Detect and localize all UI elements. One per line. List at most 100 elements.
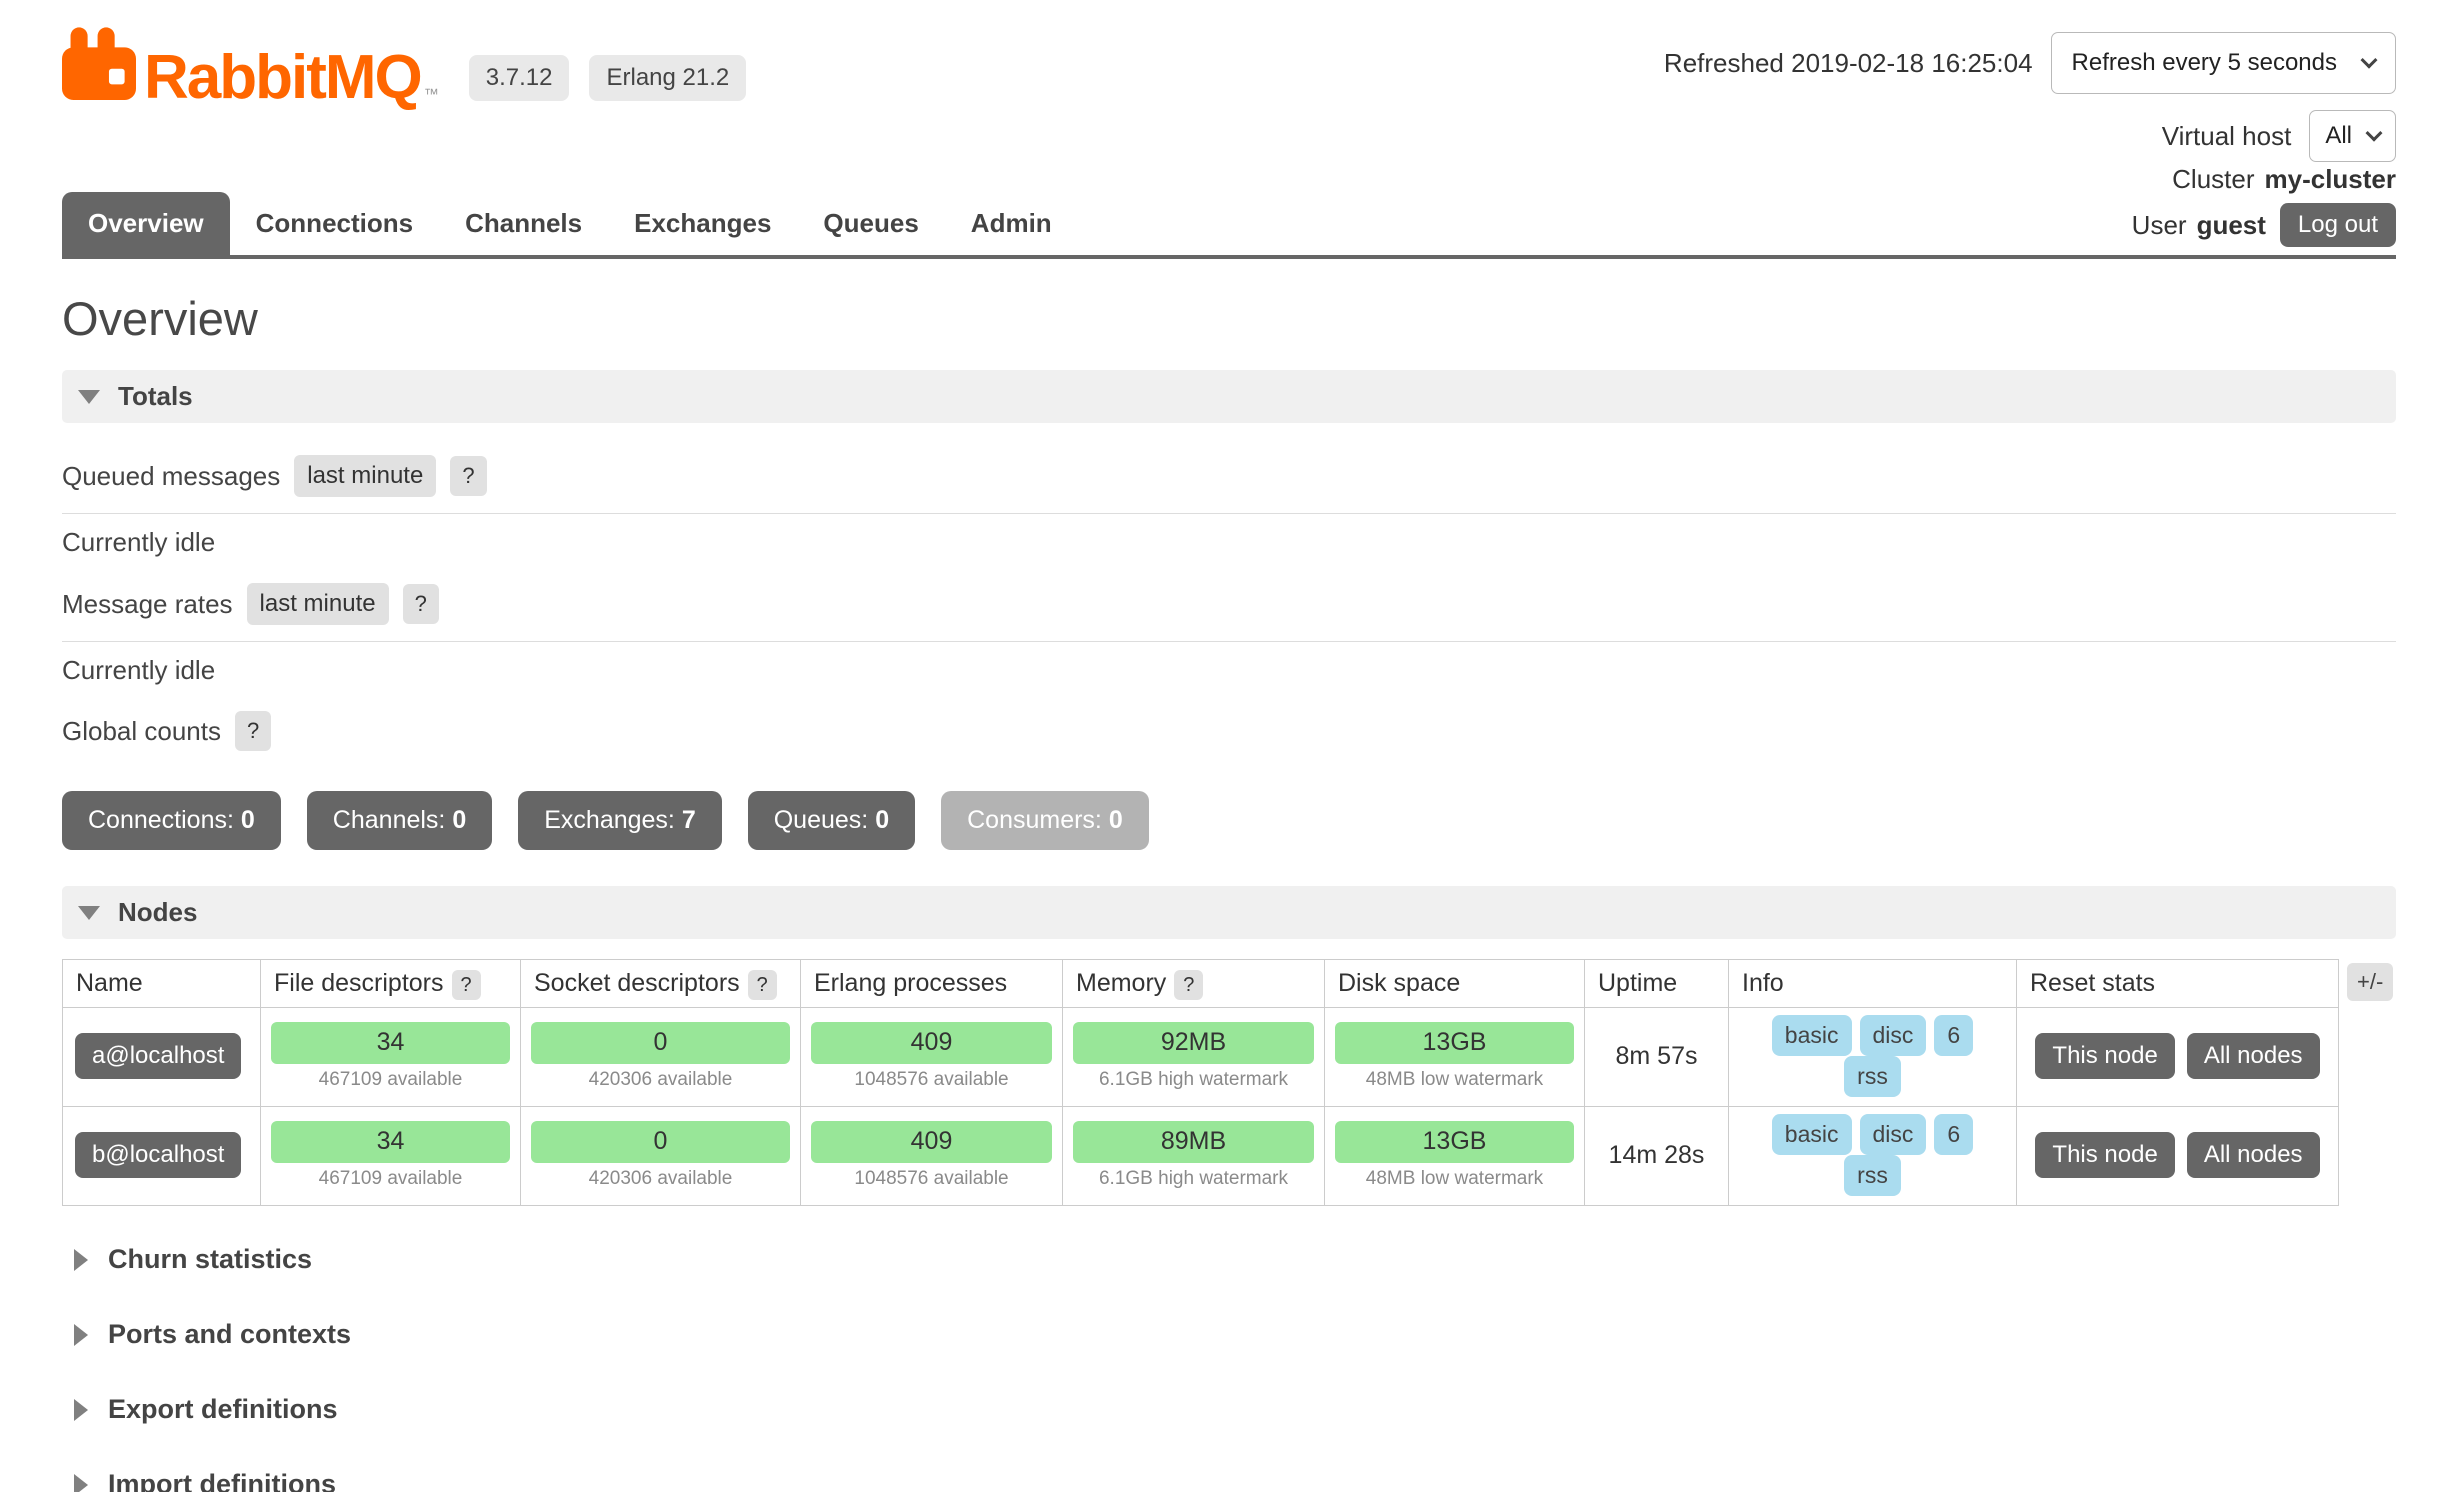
node-name-link[interactable]: a@localhost [75,1033,241,1079]
nodes-section-header[interactable]: Nodes [62,886,2396,939]
reset-all-nodes-button[interactable]: All nodes [2187,1132,2320,1178]
tab-exchanges[interactable]: Exchanges [608,192,797,255]
collapsed-sections: Churn statistics Ports and contexts Expo… [62,1222,2396,1492]
node-row-a: a@localhost 34467109 available 0420306 a… [63,1008,2339,1107]
socket-meter: 0 [531,1022,790,1064]
churn-statistics-section[interactable]: Churn statistics [74,1222,2396,1297]
cluster-label: Cluster [2172,164,2254,195]
nodes-table: Name File descriptors? Socket descriptor… [62,959,2339,1206]
chevron-down-icon [2366,125,2383,142]
main-tabs: Overview Connections Channels Exchanges … [62,192,1078,255]
ports-and-contexts-section[interactable]: Ports and contexts [74,1297,2396,1372]
queues-count-badge: Queues: 0 [748,791,915,850]
cluster-line: Cluster my-cluster [2172,164,2396,195]
help-icon[interactable]: ? [1174,970,1203,1000]
global-counts-badges: Connections: 0 Channels: 0 Exchanges: 7 … [62,791,2396,850]
info-badge-count: 6 [1934,1015,1973,1056]
fd-meter: 34 [271,1022,510,1064]
rates-period-badge: last minute [247,583,389,625]
reset-this-node-button[interactable]: This node [2035,1132,2174,1178]
tab-queues[interactable]: Queues [797,192,944,255]
nodes-table-wrap: Name File descriptors? Socket descriptor… [62,959,2396,1206]
proc-meter: 409 [811,1022,1052,1064]
column-options-toggle[interactable]: +/- [2347,963,2393,1001]
tab-admin[interactable]: Admin [945,192,1078,255]
col-info: Info [1729,960,2017,1008]
expand-icon [74,1249,88,1271]
refreshed-timestamp: Refreshed 2019-02-18 16:25:04 [1664,48,2033,79]
col-uptime: Uptime [1585,960,1729,1008]
message-rates-row: Message rates last minute ? [62,571,2396,642]
info-badges: basicdisc6rss [1729,1107,2017,1206]
refresh-interval-select[interactable]: Refresh every 5 seconds [2051,32,2396,94]
message-rates-label: Message rates [62,589,233,620]
help-icon[interactable]: ? [450,456,486,496]
user-label: User [2132,210,2187,241]
queued-messages-label: Queued messages [62,461,280,492]
connections-count-badge: Connections: 0 [62,791,281,850]
channels-count-badge: Channels: 0 [307,791,492,850]
chevron-down-icon [2361,52,2378,69]
global-counts-row: Global counts ? [62,699,2396,767]
socket-meter: 0 [531,1121,790,1163]
global-counts-label: Global counts [62,716,221,747]
queued-period-badge: last minute [294,455,436,497]
logout-button[interactable]: Log out [2280,203,2396,247]
reset-this-node-button[interactable]: This node [2035,1033,2174,1079]
help-icon[interactable]: ? [403,584,439,624]
uptime-value: 8m 57s [1585,1008,1729,1107]
collapse-icon [78,390,100,404]
col-memory: Memory? [1063,960,1325,1008]
brand-link[interactable]: RabbitMQ ™ 3.7.12 Erlang 21.2 [62,26,746,109]
import-definitions-section[interactable]: Import definitions [74,1447,2396,1492]
trademark-symbol: ™ [424,86,439,103]
tab-channels[interactable]: Channels [439,192,608,255]
user-line: User guest Log out [2132,203,2396,247]
info-badge-count: 6 [1934,1114,1973,1155]
collapse-icon [78,906,100,920]
vhost-select[interactable]: All [2309,110,2396,162]
info-badges: basicdisc6rss [1729,1008,2017,1107]
col-disk-space: Disk space [1325,960,1585,1008]
expand-icon [74,1474,88,1492]
version-badge: 3.7.12 [469,55,570,101]
brand-wordmark: RabbitMQ [144,47,421,109]
col-erlang-processes: Erlang processes [801,960,1063,1008]
exchanges-count-badge: Exchanges: 7 [518,791,722,850]
uptime-value: 14m 28s [1585,1107,1729,1206]
nodes-section-title: Nodes [118,897,197,928]
erlang-version-badge: Erlang 21.2 [589,55,746,101]
tab-overview[interactable]: Overview [62,192,230,255]
col-name: Name [63,960,261,1008]
header: RabbitMQ ™ 3.7.12 Erlang 21.2 Refreshed … [62,0,2396,162]
col-socket-descriptors: Socket descriptors? [521,960,801,1008]
nav-row: Overview Connections Channels Exchanges … [62,164,2396,259]
queued-messages-row: Queued messages last minute ? [62,443,2396,514]
info-badge-disc: disc [1860,1015,1927,1056]
cluster-user-info: Cluster my-cluster User guest Log out [2132,164,2396,255]
tab-connections[interactable]: Connections [230,192,439,255]
totals-section-header[interactable]: Totals [62,370,2396,423]
header-controls: Refreshed 2019-02-18 16:25:04 Refresh ev… [1664,26,2396,162]
vhost-row: Virtual host All [2162,110,2396,162]
help-icon[interactable]: ? [748,970,777,1000]
reset-all-nodes-button[interactable]: All nodes [2187,1033,2320,1079]
proc-meter: 409 [811,1121,1052,1163]
help-icon[interactable]: ? [452,970,481,1000]
node-row-b: b@localhost 34467109 available 0420306 a… [63,1107,2339,1206]
expand-icon [74,1399,88,1421]
export-definitions-section[interactable]: Export definitions [74,1372,2396,1447]
reset-stats-cell: This node All nodes [2017,1107,2339,1206]
fd-meter: 34 [271,1121,510,1163]
vhost-value: All [2325,122,2352,150]
page-title: Overview [62,291,2396,346]
rates-idle-text: Currently idle [62,642,2396,699]
refresh-interval-value: Refresh every 5 seconds [2072,49,2337,77]
expand-icon [74,1324,88,1346]
help-icon[interactable]: ? [235,711,271,751]
node-name-link[interactable]: b@localhost [75,1132,241,1178]
totals-section-title: Totals [118,381,193,412]
info-badge-disc: disc [1860,1114,1927,1155]
vhost-label: Virtual host [2162,121,2292,152]
reset-stats-cell: This node All nodes [2017,1008,2339,1107]
